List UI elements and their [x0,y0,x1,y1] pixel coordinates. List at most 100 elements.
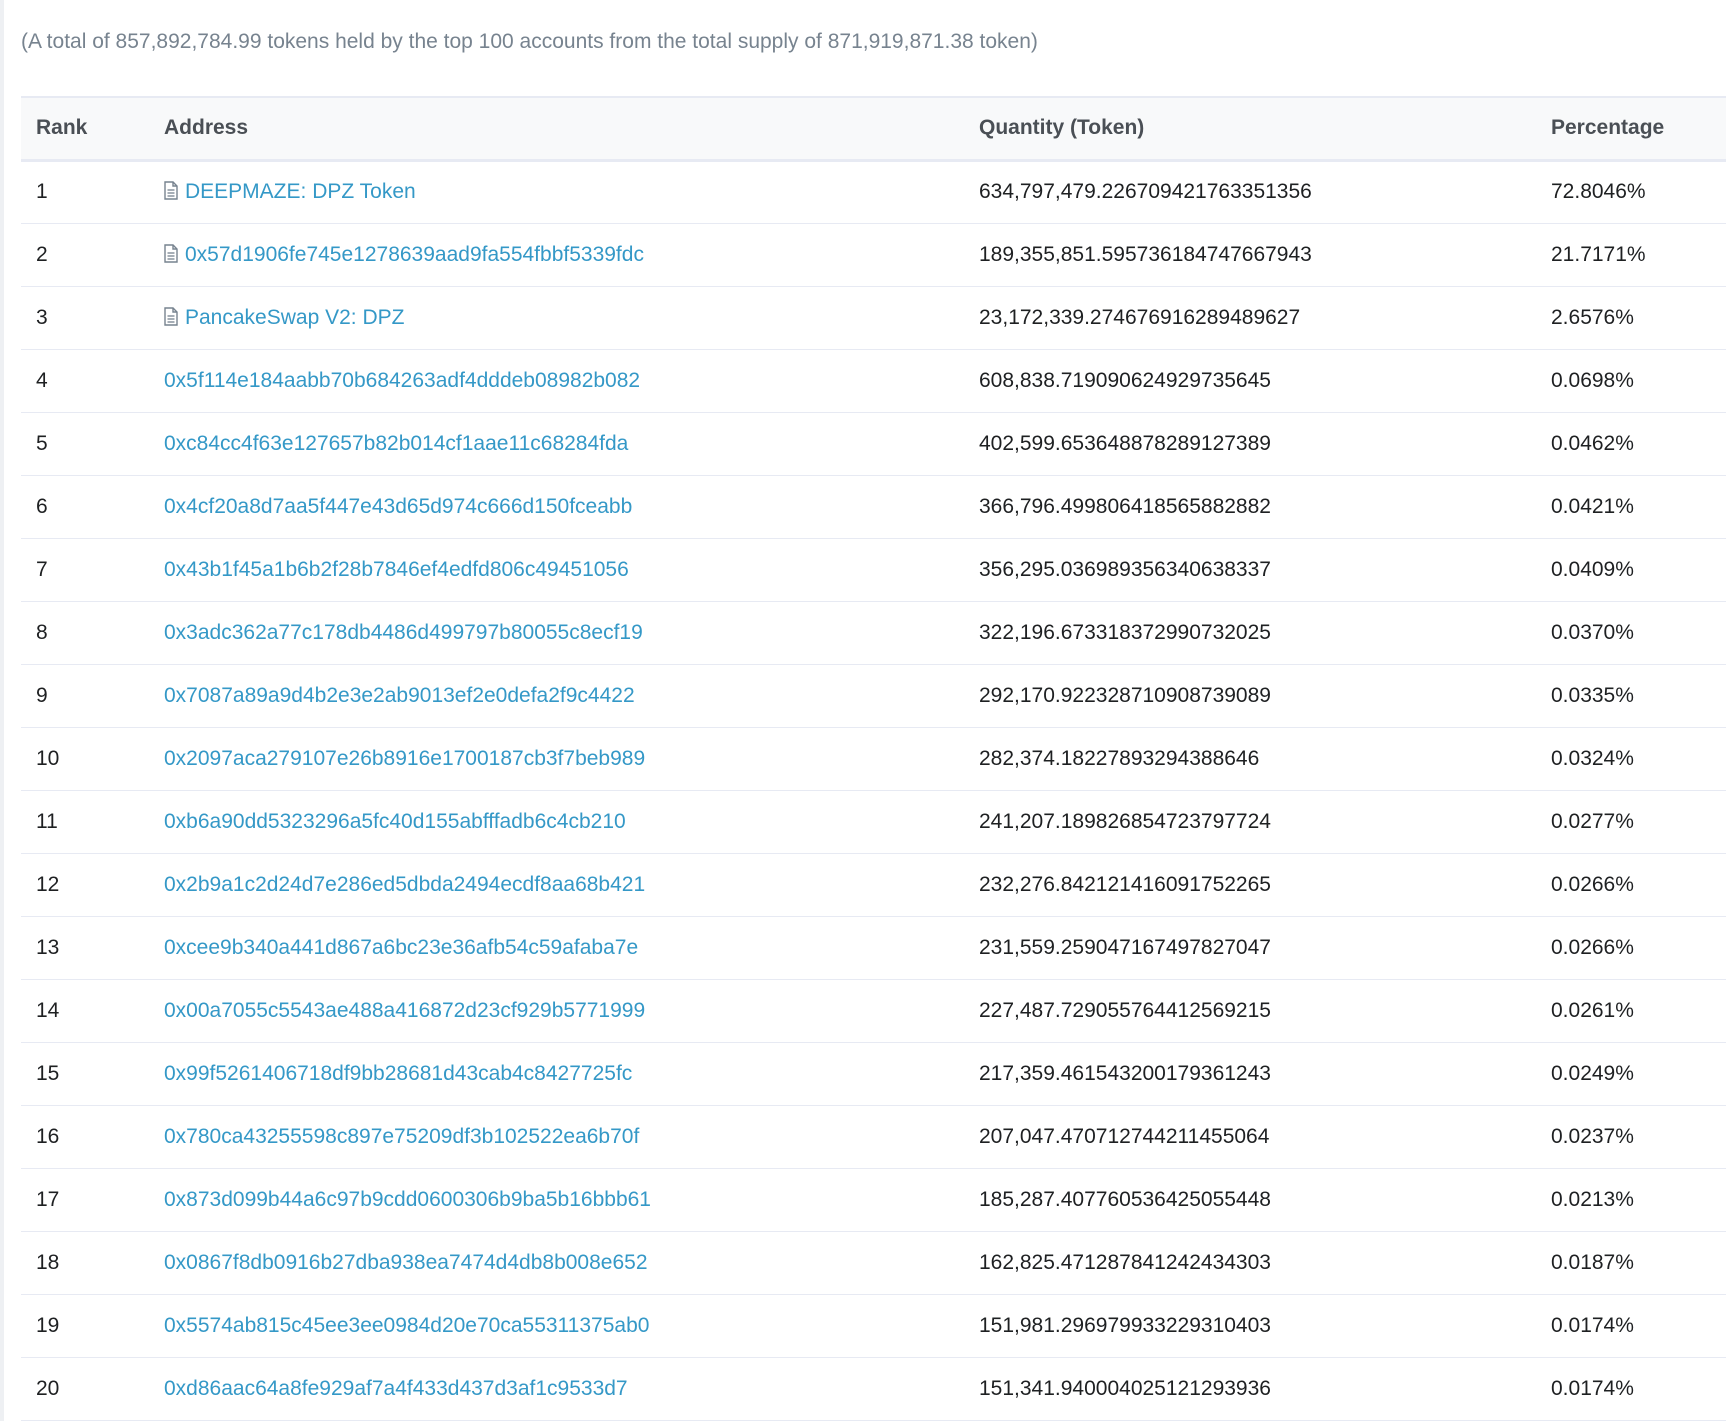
rank-cell: 12 [36,872,60,896]
percentage-cell: 0.0249% [1551,1061,1634,1085]
rank-cell: 5 [36,431,48,455]
address-link[interactable]: 0x3adc362a77c178db4486d499797b80055c8ecf… [164,621,643,644]
address-cell: 0x2b9a1c2d24d7e286ed5dbda2494ecdf8aa68b4… [164,853,979,916]
rank-cell: 15 [36,1061,60,1085]
address-link[interactable]: 0x873d099b44a6c97b9cdd0600306b9ba5b16bbb… [164,1188,651,1211]
address-link[interactable]: 0x0867f8db0916b27dba938ea7474d4db8b008e6… [164,1251,648,1274]
table-row: 5 0xc84cc4f63e127657b82b014cf1aae11c68284… [21,412,1726,475]
quantity-cell: 402,599.653648878289127389 [979,431,1271,455]
rank-cell: 8 [36,620,48,644]
quantity-cell: 185,287.407760536425055448 [979,1187,1271,1211]
table-row: 15 0x99f5261406718df9bb28681d43cab4c84277… [21,1042,1726,1105]
percentage-cell: 0.0698% [1551,368,1634,392]
address-cell: 0x99f5261406718df9bb28681d43cab4c8427725… [164,1042,979,1105]
address-link[interactable]: 0x57d1906fe745e1278639aad9fa554fbbf5339f… [185,243,644,266]
rank-cell: 6 [36,494,48,518]
percentage-cell: 0.0266% [1551,872,1634,896]
table-row: 18 0x0867f8db0916b27dba938ea7474d4db8b008… [21,1231,1726,1294]
rank-cell: 20 [36,1376,60,1400]
table-row: 9 0x7087a89a9d4b2e3e2ab9013ef2e0defa2f9c4… [21,664,1726,727]
quantity-cell: 23,172,339.274676916289489627 [979,305,1301,329]
percentage-cell: 0.0409% [1551,557,1634,581]
address-link[interactable]: 0x2b9a1c2d24d7e286ed5dbda2494ecdf8aa68b4… [164,873,645,896]
rank-cell: 17 [36,1187,60,1211]
percentage-cell: 0.0213% [1551,1187,1634,1211]
address-link[interactable]: DEEPMAZE: DPZ Token [185,180,416,203]
address-cell: 0x4cf20a8d7aa5f447e43d65d974c666d150fcea… [164,475,979,538]
rank-cell: 19 [36,1313,60,1337]
percentage-cell: 0.0277% [1551,809,1634,833]
address-cell: 0xb6a90dd5323296a5fc40d155abfffadb6c4cb2… [164,790,979,853]
address-link[interactable]: 0xcee9b340a441d867a6bc23e36afb54c59afaba… [164,936,638,959]
percentage-cell: 0.0370% [1551,620,1634,644]
table-row: 12 0x2b9a1c2d24d7e286ed5dbda2494ecdf8aa68… [21,853,1726,916]
address-link[interactable]: 0x2097aca279107e26b8916e1700187cb3f7beb9… [164,747,645,770]
percentage-cell: 2.6576% [1551,305,1634,329]
rank-cell: 1 [36,180,48,203]
table-row: 19 0x5574ab815c45ee3ee0984d20e70ca5531137… [21,1294,1726,1357]
address-cell: 0x3adc362a77c178db4486d499797b80055c8ecf… [164,601,979,664]
quantity-cell: 207,047.470712744211455064 [979,1124,1270,1148]
percentage-cell: 0.0335% [1551,683,1634,707]
contract-file-icon [164,306,178,326]
holders-table: Rank Address Quantity (Token) Percentage… [21,96,1726,1421]
address-cell: 0x7087a89a9d4b2e3e2ab9013ef2e0defa2f9c44… [164,664,979,727]
address-cell: 0x00a7055c5543ae488a416872d23cf929b57719… [164,979,979,1042]
rank-cell: 18 [36,1250,60,1274]
address-cell: 0xc84cc4f63e127657b82b014cf1aae11c68284f… [164,412,979,475]
quantity-cell: 322,196.673318372990732025 [979,620,1271,644]
quantity-cell: 217,359.461543200179361243 [979,1061,1271,1085]
address-link[interactable]: PancakeSwap V2: DPZ [185,306,404,329]
address-cell: 0x873d099b44a6c97b9cdd0600306b9ba5b16bbb… [164,1168,979,1231]
percentage-cell: 0.0266% [1551,935,1634,959]
percentage-cell: 21.7171% [1551,242,1646,266]
table-row: 11 0xb6a90dd5323296a5fc40d155abfffadb6c4c… [21,790,1726,853]
rank-cell: 4 [36,368,48,392]
address-link[interactable]: 0x7087a89a9d4b2e3e2ab9013ef2e0defa2f9c44… [164,684,635,707]
table-row: 14 0x00a7055c5543ae488a416872d23cf929b577… [21,979,1726,1042]
percentage-cell: 0.0237% [1551,1124,1634,1148]
address-link[interactable]: 0x99f5261406718df9bb28681d43cab4c8427725… [164,1062,632,1085]
address-cell: 0x2097aca279107e26b8916e1700187cb3f7beb9… [164,727,979,790]
percentage-cell: 0.0174% [1551,1313,1634,1337]
address-cell: 0xd86aac64a8fe929af7a4f433d437d3af1c9533… [164,1357,979,1420]
address-link[interactable]: 0x4cf20a8d7aa5f447e43d65d974c666d150fcea… [164,495,632,518]
table-row: 16 0x780ca43255598c897e75209df3b102522ea6… [21,1105,1726,1168]
table-row: 1 DEEPMAZE: DPZ Token 634,797,479.22670942… [21,160,1726,223]
address-link[interactable]: 0x43b1f45a1b6b2f28b7846ef4edfd806c494510… [164,558,629,581]
table-row: 4 0x5f114e184aabb70b684263adf4dddeb08982b… [21,349,1726,412]
table-body: 1 DEEPMAZE: DPZ Token 634,797,479.22670942… [21,160,1726,1420]
quantity-cell: 241,207.189826854723797724 [979,809,1271,833]
percentage-cell: 72.8046% [1551,180,1646,203]
address-cell: 0x780ca43255598c897e75209df3b102522ea6b7… [164,1105,979,1168]
table-row: 6 0x4cf20a8d7aa5f447e43d65d974c666d150fce… [21,475,1726,538]
percentage-cell: 0.0421% [1551,494,1634,518]
quantity-cell: 151,981.296979933229310403 [979,1313,1271,1337]
table-row: 3 PancakeSwap V2: DPZ 23,172,339.274676916… [21,286,1726,349]
quantity-cell: 366,796.499806418565882882 [979,494,1271,518]
address-link[interactable]: 0x5f114e184aabb70b684263adf4dddeb08982b0… [164,369,640,392]
address-link[interactable]: 0xc84cc4f63e127657b82b014cf1aae11c68284f… [164,432,628,455]
address-link[interactable]: 0xb6a90dd5323296a5fc40d155abfffadb6c4cb2… [164,810,626,833]
address-link[interactable]: 0xd86aac64a8fe929af7a4f433d437d3af1c9533… [164,1377,628,1400]
quantity-cell: 151,341.940004025121293936 [979,1376,1271,1400]
address-link[interactable]: 0x5574ab815c45ee3ee0984d20e70ca55311375a… [164,1314,649,1337]
column-header-address: Address [164,96,979,162]
column-header-quantity: Quantity (Token) [979,96,1551,162]
rank-cell: 3 [36,305,48,329]
quantity-cell: 356,295.036989356340638337 [979,557,1271,581]
quantity-cell: 634,797,479.226709421763351356 [979,180,1312,203]
table-row: 13 0xcee9b340a441d867a6bc23e36afb54c59afa… [21,916,1726,979]
percentage-cell: 0.0174% [1551,1376,1634,1400]
rank-cell: 9 [36,683,48,707]
address-cell: 0x5f114e184aabb70b684263adf4dddeb08982b0… [164,349,979,412]
rank-cell: 13 [36,935,60,959]
quantity-cell: 162,825.471287841242434303 [979,1250,1271,1274]
address-cell: DEEPMAZE: DPZ Token [164,160,979,223]
address-link[interactable]: 0x780ca43255598c897e75209df3b102522ea6b7… [164,1125,639,1148]
rank-cell: 7 [36,557,48,581]
rank-cell: 16 [36,1124,60,1148]
address-cell: 0x0867f8db0916b27dba938ea7474d4db8b008e6… [164,1231,979,1294]
column-header-rank: Rank [21,96,164,162]
address-link[interactable]: 0x00a7055c5543ae488a416872d23cf929b57719… [164,999,645,1022]
